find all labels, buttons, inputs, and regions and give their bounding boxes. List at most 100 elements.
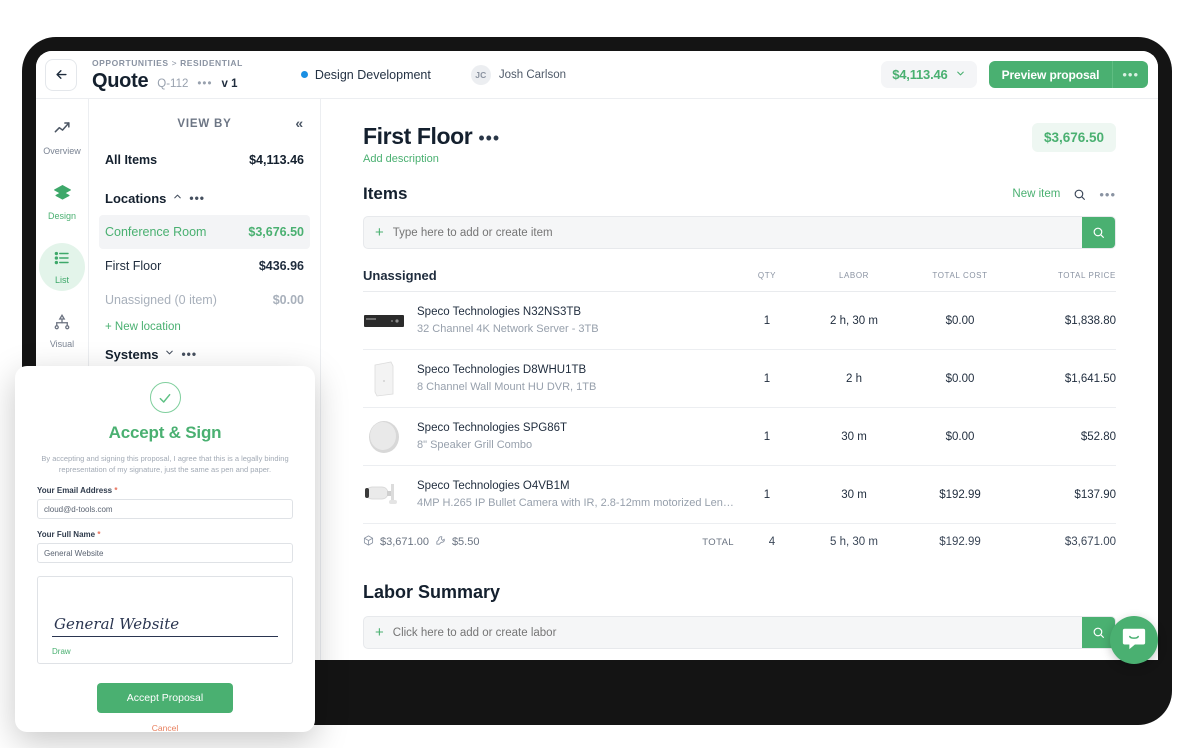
add-labor-bar[interactable]: + bbox=[363, 616, 1116, 649]
add-item-input[interactable] bbox=[392, 226, 1082, 239]
item-labor: 30 m bbox=[841, 430, 867, 443]
item-total-price: $1,641.50 bbox=[1064, 372, 1116, 385]
totals-left: $3,671.00 $5.50 bbox=[363, 535, 702, 549]
location-value: $436.96 bbox=[258, 259, 304, 273]
add-description-link[interactable]: Add description bbox=[363, 153, 500, 165]
totals-cost: $192.99 bbox=[939, 536, 981, 548]
item-qty: 1 bbox=[763, 488, 771, 501]
check-circle-icon bbox=[149, 382, 181, 413]
add-item-search-button[interactable] bbox=[1082, 217, 1115, 248]
chevron-double-left-icon[interactable]: « bbox=[295, 115, 304, 131]
breadcrumb-opportunities[interactable]: OPPORTUNITIES bbox=[92, 58, 169, 68]
status-badge[interactable]: Design Development bbox=[300, 68, 431, 82]
item-qty: 1 bbox=[763, 372, 771, 385]
item-description: 8 Channel Wall Mount HU DVR, 1TB bbox=[417, 381, 597, 393]
signature-draw-toggle[interactable]: Draw bbox=[52, 647, 71, 656]
table-row[interactable]: Speco Technologies SPG86T 8" Speaker Gri… bbox=[363, 408, 1116, 466]
item-description: 4MP H.265 IP Bullet Camera with IR, 2.8-… bbox=[417, 497, 734, 509]
fullname-field-value: General Website bbox=[44, 548, 104, 558]
item-qty: 1 bbox=[763, 430, 771, 443]
items-totals-row: $3,671.00 $5.50 TOTAL 4 5 h, 30 m $192.9… bbox=[363, 524, 1116, 560]
all-items-row[interactable]: All Items $4,113.46 bbox=[99, 143, 310, 177]
back-button[interactable] bbox=[45, 58, 77, 91]
rail-item-design[interactable]: Design bbox=[39, 178, 85, 227]
item-labor: 2 h, 30 m bbox=[830, 314, 878, 327]
systems-group-dots[interactable]: ••• bbox=[181, 347, 197, 361]
chevron-up-icon[interactable] bbox=[172, 191, 183, 205]
item-name: Speco Technologies O4VB1M bbox=[417, 480, 570, 492]
location-name: First Floor bbox=[105, 259, 162, 273]
rail-item-list[interactable]: List bbox=[39, 243, 85, 291]
quote-total-dropdown[interactable]: $4,113.46 bbox=[881, 61, 977, 88]
plus-icon: + bbox=[375, 224, 384, 241]
wrench-icon bbox=[435, 535, 446, 549]
list-icon bbox=[53, 249, 71, 272]
preview-more-dots[interactable]: ••• bbox=[1112, 61, 1148, 88]
breadcrumb-residential[interactable]: RESIDENTIAL bbox=[180, 58, 243, 68]
email-label-text: Your Email Address bbox=[37, 486, 113, 495]
all-items-value: $4,113.46 bbox=[249, 153, 304, 167]
items-actions: New item ••• bbox=[1012, 187, 1116, 202]
signature-pad[interactable]: General Website Draw bbox=[37, 576, 293, 664]
locations-group-header[interactable]: Locations ••• bbox=[105, 181, 304, 215]
quote-id: Q-112 bbox=[157, 77, 189, 90]
item-total-cost: $0.00 bbox=[945, 430, 975, 443]
locations-group-dots[interactable]: ••• bbox=[189, 191, 205, 205]
main-content: First Floor ••• Add description $3,676.50… bbox=[321, 99, 1158, 660]
quote-version[interactable]: v 1 bbox=[221, 78, 237, 90]
item-name: Speco Technologies N32NS3TB bbox=[417, 306, 582, 318]
rail-label-overview: Overview bbox=[43, 146, 81, 156]
chevron-down-icon[interactable] bbox=[164, 347, 175, 361]
quote-options-dots[interactable]: ••• bbox=[197, 78, 212, 90]
title-row: Quote Q-112 ••• v 1 bbox=[92, 70, 243, 93]
topbar-actions: $4,113.46 Preview proposal ••• bbox=[881, 61, 1158, 88]
new-item-button[interactable]: New item bbox=[1012, 188, 1060, 200]
rail-label-list: List bbox=[54, 275, 69, 285]
item-total-price: $137.90 bbox=[1074, 488, 1116, 501]
rail-label-visual: Visual bbox=[49, 339, 75, 349]
item-text: Speco Technologies N32NS3TB 32 Channel 4… bbox=[417, 306, 734, 335]
location-name: Unassigned (0 item) bbox=[105, 293, 217, 307]
item-total-cost: $192.99 bbox=[939, 488, 981, 501]
quote-total-amount: $4,113.46 bbox=[892, 67, 948, 82]
accept-proposal-button[interactable]: Accept Proposal bbox=[97, 683, 233, 713]
assigned-user[interactable]: JC Josh Carlson bbox=[470, 64, 566, 85]
email-field[interactable]: cloud@d-tools.com bbox=[37, 499, 293, 519]
location-row-first-floor[interactable]: First Floor $436.96 bbox=[99, 249, 310, 283]
rail-label-design: Design bbox=[47, 211, 76, 221]
fullname-field[interactable]: General Website bbox=[37, 543, 293, 563]
rail-item-visual[interactable]: Visual bbox=[39, 307, 85, 355]
avatar: JC bbox=[470, 64, 491, 85]
top-bar: OPPORTUNITIES > RESIDENTIAL Quote Q-112 ••… bbox=[36, 51, 1158, 99]
fullname-label-text: Your Full Name bbox=[37, 530, 96, 539]
item-name: Speco Technologies D8WHU1TB bbox=[417, 364, 587, 376]
search-icon[interactable] bbox=[1073, 188, 1086, 201]
totals-price: $3,671.00 bbox=[1064, 536, 1116, 548]
item-qty: 1 bbox=[763, 314, 771, 327]
cancel-link[interactable]: Cancel bbox=[37, 723, 293, 733]
chevron-down-icon bbox=[955, 66, 966, 84]
item-labor: 30 m bbox=[841, 488, 867, 501]
location-value: $0.00 bbox=[272, 293, 304, 307]
table-row[interactable]: Speco Technologies D8WHU1TB 8 Channel Wa… bbox=[363, 350, 1116, 408]
chat-launcher-button[interactable] bbox=[1110, 616, 1158, 664]
section-title-row: First Floor ••• Add description $3,676.50 bbox=[363, 123, 1116, 165]
item-total-cost: $0.00 bbox=[945, 372, 975, 385]
status-dot-icon bbox=[300, 71, 308, 78]
table-row[interactable]: Speco Technologies O4VB1M 4MP H.265 IP B… bbox=[363, 466, 1116, 524]
signature-text: General Website bbox=[54, 615, 180, 633]
breadcrumb: OPPORTUNITIES > RESIDENTIAL bbox=[92, 57, 243, 69]
add-item-bar[interactable]: + bbox=[363, 216, 1116, 249]
rail-item-overview[interactable]: Overview bbox=[39, 113, 85, 162]
preview-proposal-button[interactable]: Preview proposal ••• bbox=[988, 61, 1148, 88]
section-options-dots[interactable]: ••• bbox=[478, 128, 500, 148]
new-location-button[interactable]: + New location bbox=[105, 321, 304, 333]
location-row-conference-room[interactable]: Conference Room $3,676.50 bbox=[99, 215, 310, 249]
column-header-qty: QTY bbox=[757, 271, 777, 280]
view-by-header: VIEW BY « bbox=[105, 113, 304, 135]
items-more-dots[interactable]: ••• bbox=[1099, 187, 1116, 202]
location-row-unassigned[interactable]: Unassigned (0 item) $0.00 bbox=[99, 283, 310, 317]
add-labor-input[interactable] bbox=[392, 626, 1082, 639]
table-row[interactable]: Speco Technologies N32NS3TB 32 Channel 4… bbox=[363, 292, 1116, 350]
section-title-block: First Floor ••• Add description bbox=[363, 123, 500, 165]
